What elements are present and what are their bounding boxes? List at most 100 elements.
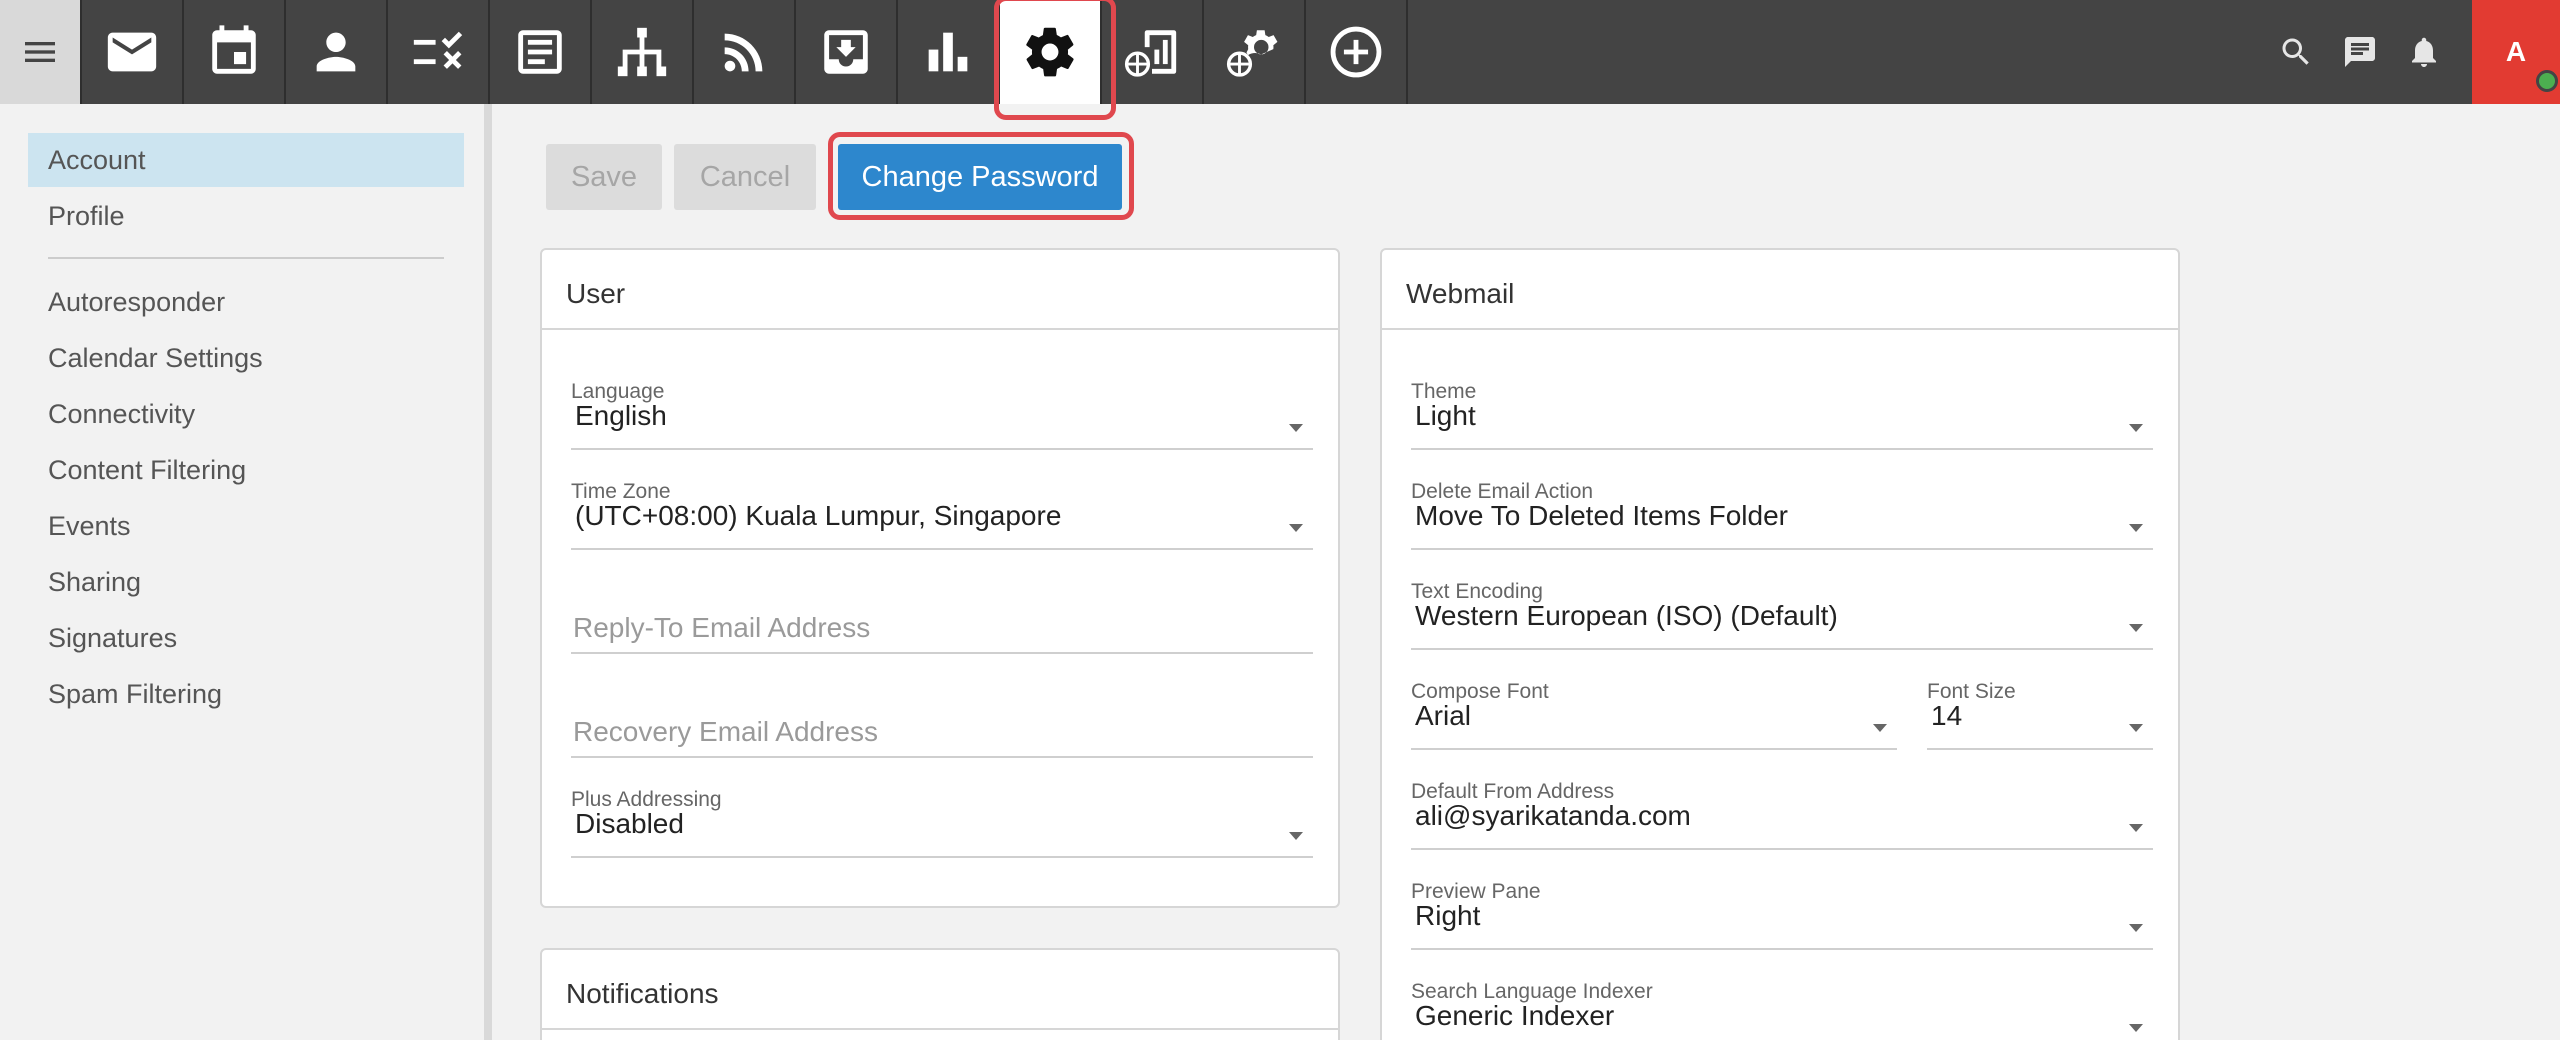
sidebar-item-profile[interactable]: Profile (28, 189, 464, 243)
avatar-letter: A (2505, 36, 2527, 67)
settings-gear-icon (1026, 27, 1074, 77)
sidebar-item-label: Spam Filtering (48, 678, 223, 709)
mail-button[interactable] (82, 0, 184, 104)
chevron-down-icon (1873, 724, 1887, 732)
chevron-down-icon (2129, 824, 2143, 832)
inbox-download-icon (824, 30, 868, 74)
chevron-down-icon (2129, 1024, 2143, 1032)
change-password-highlight (828, 132, 1134, 220)
default-from-address-select[interactable]: Default From Address ali@syarikatanda.co… (1411, 780, 2153, 850)
font-size-value: 14 (1931, 700, 1963, 731)
online-status-dot (2536, 70, 2558, 92)
domain-settings-button[interactable] (1204, 0, 1306, 104)
plus-addressing-value: Disabled (575, 808, 684, 839)
recovery-placeholder: Recovery Email Address (573, 716, 879, 747)
settings-button[interactable] (994, 0, 1116, 120)
domain-reports-button[interactable] (1102, 0, 1204, 104)
sidebar-item-signatures[interactable]: Signatures (28, 611, 464, 665)
sitemap-button[interactable] (592, 0, 694, 104)
sidebar-item-calendar-settings[interactable]: Calendar Settings (28, 331, 464, 385)
reply-to-placeholder: Reply-To Email Address (573, 612, 871, 643)
compose-font-select[interactable]: Compose Font Arial (1411, 680, 1897, 750)
sidebar-item-account[interactable]: Account (28, 133, 464, 187)
compose-font-value: Arial (1415, 700, 1472, 731)
theme-select[interactable]: Theme Light (1411, 380, 2153, 450)
search-language-indexer-select[interactable]: Search Language Indexer Generic Indexer (1411, 980, 2153, 1040)
notes-button[interactable] (490, 0, 592, 104)
sidebar-item-sharing[interactable]: Sharing (28, 555, 464, 609)
sidebar-divider (48, 257, 444, 259)
panel-divider (542, 328, 1338, 330)
menu-icon (25, 42, 55, 62)
mail-icon (107, 32, 157, 72)
save-button[interactable]: Save (546, 144, 662, 210)
rss-icon (724, 33, 763, 72)
chevron-down-icon (2129, 624, 2143, 632)
sidebar-item-label: Autoresponder (48, 286, 226, 317)
text-encoding-select[interactable]: Text Encoding Western European (ISO) (De… (1411, 580, 2153, 650)
sidebar-item-label: Calendar Settings (48, 342, 263, 373)
sidebar-item-label: Profile (48, 200, 125, 231)
tasks-button[interactable] (388, 0, 490, 104)
add-button[interactable] (1306, 0, 1408, 104)
calendar-button[interactable] (184, 0, 286, 104)
plus-addressing-select[interactable]: Plus Addressing Disabled (571, 788, 1313, 858)
sidebar-item-spam-filtering[interactable]: Spam Filtering (28, 667, 464, 721)
search-indexer-value: Generic Indexer (1415, 1000, 1615, 1031)
sidebar-item-content-filtering[interactable]: Content Filtering (28, 443, 464, 497)
contacts-icon (316, 32, 356, 72)
chart-icon (928, 32, 968, 72)
chat-button[interactable] (2328, 0, 2392, 104)
search-button[interactable] (2264, 0, 2328, 104)
timezone-value: (UTC+08:00) Kuala Lumpur, Singapore (575, 500, 1062, 531)
sidebar-item-label: Connectivity (48, 398, 196, 429)
preview-pane-value: Right (1415, 900, 1481, 931)
chevron-down-icon (1289, 424, 1303, 432)
cancel-button[interactable]: Cancel (674, 144, 816, 210)
webmail-panel: Webmail Theme Light Delete Email Action … (1380, 248, 2180, 1040)
timezone-select[interactable]: Time Zone (UTC+08:00) Kuala Lumpur, Sing… (571, 480, 1313, 550)
preview-pane-select[interactable]: Preview Pane Right (1411, 880, 2153, 950)
chevron-down-icon (2129, 524, 2143, 532)
language-select[interactable]: Language English (571, 380, 1313, 450)
recovery-email-field[interactable]: Recovery Email Address (571, 716, 1313, 758)
sidebar-item-autoresponder[interactable]: Autoresponder (28, 275, 464, 329)
contacts-button[interactable] (286, 0, 388, 104)
sidebar-item-connectivity[interactable]: Connectivity (28, 387, 464, 441)
user-avatar[interactable]: A (2472, 0, 2560, 104)
sidebar-item-label: Events (48, 510, 131, 541)
topbar-right-group: A (2264, 0, 2560, 104)
delete-email-action-select[interactable]: Delete Email Action Move To Deleted Item… (1411, 480, 2153, 550)
chevron-down-icon (2129, 924, 2143, 932)
chevron-down-icon (1289, 832, 1303, 840)
chat-icon (2345, 37, 2375, 67)
menu-button[interactable] (0, 0, 82, 104)
calendar-icon (212, 25, 256, 74)
notifications-button[interactable] (2392, 0, 2456, 104)
user-panel: User Language English Time Zone (UTC+08:… (540, 248, 1340, 908)
rss-button[interactable] (694, 0, 796, 104)
domain-settings-icon (1226, 30, 1278, 77)
inbox-download-button[interactable] (796, 0, 898, 104)
top-navigation-bar: A (0, 0, 2560, 120)
chevron-down-icon (2129, 424, 2143, 432)
text-encoding-value: Western European (ISO) (Default) (1415, 600, 1838, 631)
settings-sidebar: Account Profile Autoresponder Calendar S… (0, 104, 492, 1040)
sidebar-item-label: Signatures (48, 622, 178, 653)
bell-icon (2412, 37, 2436, 67)
panel-divider (1382, 328, 2178, 330)
reply-to-email-field[interactable]: Reply-To Email Address (571, 612, 1313, 654)
panel-divider (542, 1028, 1338, 1030)
sidebar-item-events[interactable]: Events (28, 499, 464, 553)
sidebar-item-label: Content Filtering (48, 454, 247, 485)
user-panel-title: User (566, 278, 626, 309)
reports-button[interactable] (898, 0, 1000, 104)
sidebar-item-label: Account (48, 144, 146, 175)
chevron-down-icon (1289, 524, 1303, 532)
sidebar-item-label: Sharing (48, 566, 142, 597)
add-circle-icon (1330, 26, 1382, 78)
sitemap-icon (617, 27, 667, 77)
font-size-select[interactable]: Font Size 14 (1927, 680, 2153, 750)
tasks-icon (413, 31, 463, 69)
notes-icon (518, 30, 562, 74)
